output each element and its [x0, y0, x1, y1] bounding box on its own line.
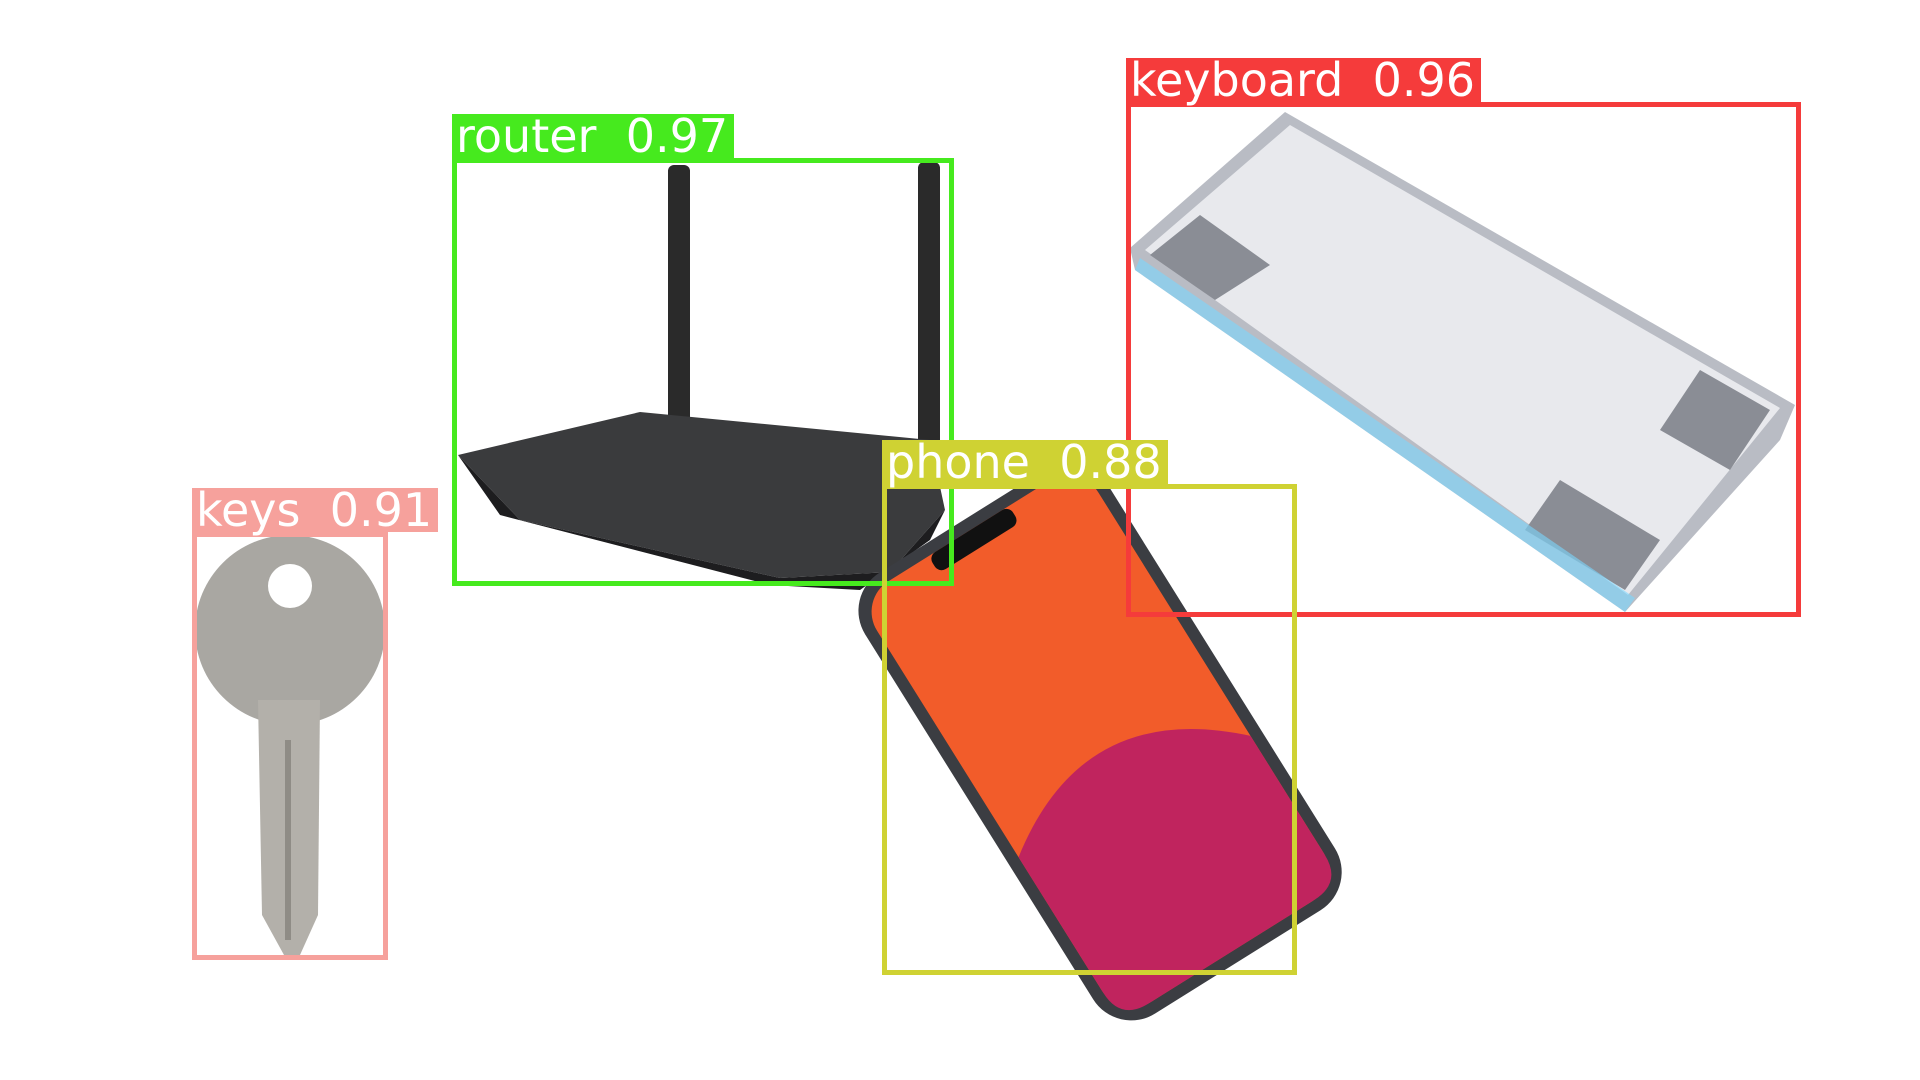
keys-label: keys 0.91: [192, 487, 439, 533]
phone-label: phone 0.88: [882, 439, 1168, 485]
phone-bounding-box: [882, 484, 1297, 975]
router-label: router 0.97: [452, 113, 735, 159]
keys-bounding-box: [192, 532, 388, 960]
router-bounding-box: [452, 158, 954, 586]
keyboard-label: keyboard 0.96: [1126, 57, 1482, 103]
